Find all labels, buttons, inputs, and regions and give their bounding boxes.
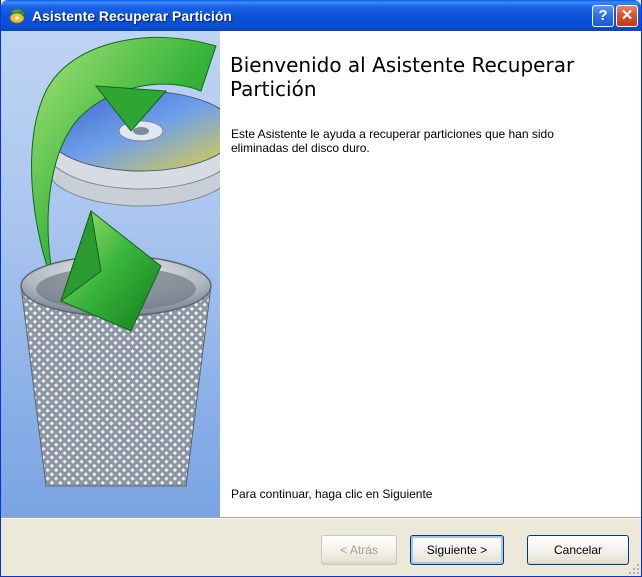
wizard-content: Bienvenido al Asistente Recuperar Partic… <box>220 31 641 517</box>
divider <box>1 517 641 519</box>
page-description: Este Asistente le ayuda a recuperar part… <box>231 127 554 155</box>
cancel-button[interactable]: Cancelar <box>527 535 629 565</box>
wizard-window: Asistente Recuperar Partición ? ✕ Bienve… <box>0 0 642 577</box>
window-title: Asistente Recuperar Partición <box>32 8 232 24</box>
wizard-side-illustration <box>1 31 220 517</box>
resize-grip-icon[interactable] <box>628 563 640 575</box>
page-title: Bienvenido al Asistente Recuperar Partic… <box>230 53 575 101</box>
wizard-app-icon <box>8 7 26 25</box>
back-button[interactable]: < Atrás <box>321 535 397 565</box>
help-button[interactable]: ? <box>592 5 614 27</box>
close-button[interactable]: ✕ <box>616 5 638 27</box>
continue-hint: Para continuar, haga clic en Siguiente <box>231 487 433 501</box>
next-button[interactable]: Siguiente > <box>410 535 504 565</box>
disk-recycle-bin-recover-icon <box>20 36 220 487</box>
title-bar[interactable]: Asistente Recuperar Partición ? ✕ <box>1 0 641 31</box>
